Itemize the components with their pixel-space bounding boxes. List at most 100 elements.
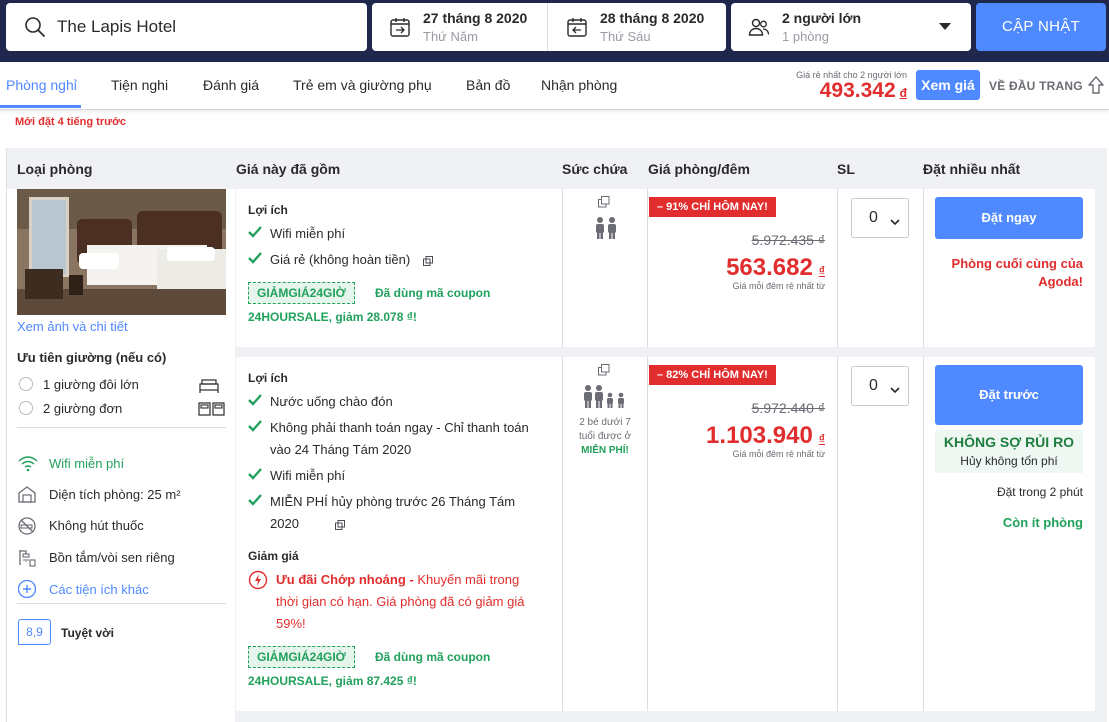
view-photos-link[interactable]: Xem ảnh và chi tiết [17,319,128,334]
calendar-checkout-icon [566,16,588,41]
divider [17,603,226,604]
price-currency: ₫ [818,264,825,278]
discount-badge: – 82% CHỈ HÔM NAY! [649,365,776,385]
hotel-name-value: The Lapis Hotel [57,17,177,36]
coupon-code-badge: GIẢMGIÁ24GIỜ [248,282,355,304]
flash-deal-title: Ưu đãi Chớp nhoáng - [276,572,414,587]
adults-and-kids-icon [582,384,630,413]
price-currency: ₫ [818,432,825,446]
capacity-info-icon[interactable] [598,364,610,379]
no-smoking-icon [17,516,37,539]
room-photo[interactable] [17,189,226,315]
original-price: 5.972.440 ₫ [751,400,825,416]
kids-free-label: MIỄN PHÍ! [581,445,629,456]
book-now-button[interactable]: Đặt ngay [935,197,1083,239]
amenity-label: Không hút thuốc [49,518,144,533]
col-most-booked: Đặt nhiều nhất [923,161,1021,177]
room-quantity-select[interactable]: 0 [851,366,909,406]
book-later-button[interactable]: Đặt trước [935,365,1083,425]
twin-bed-icon [198,400,226,421]
people-icon [748,16,770,41]
recent-booking-time: Đặt trong 2 phút [996,485,1083,499]
review-score-label: Tuyệt vời [61,626,114,640]
quantity-value: 0 [869,209,878,226]
divider [647,189,648,347]
plus-circle-icon[interactable] [17,579,37,602]
bed-preference-title: Ưu tiên giường (nếu có) [17,350,167,365]
update-button[interactable]: CẬP NHẬT [976,3,1106,51]
cheapest-price-currency: đ [899,86,907,100]
chevron-down-icon [890,213,900,231]
check-icon [248,420,262,435]
kids-stay-note: 2 bé dưới 7 tuổi được ở [578,417,632,442]
current-price: 563.682 ₫ [649,254,825,282]
col-qty: SL [837,161,855,177]
guests-dropdown[interactable]: 2 người lớn 1 phòng [731,3,971,51]
tab-checkin[interactable]: Nhận phòng [541,77,617,93]
house-icon [17,485,37,506]
col-capacity: Sức chứa [562,161,628,177]
chevron-down-icon [890,381,900,399]
hotel-search-field[interactable]: The Lapis Hotel [6,3,367,51]
price-value: 1.103.940 [706,422,813,449]
room-quantity-select[interactable]: 0 [851,198,909,238]
check-icon [248,226,262,241]
no-risk-title: KHÔNG SỢ RỦI RO [943,434,1075,450]
flash-deal-text: Ưu đãi Chớp nhoáng - Khuyến mãi trong th… [276,569,536,635]
benefits-title: Lợi ích [248,371,288,385]
benefit-item: Giá rẻ (không hoàn tiền) [270,252,411,267]
checkout-weekday: Thứ Sáu [600,29,651,44]
divider [837,357,838,711]
divider [647,357,648,711]
benefit-item: MIỄN PHÍ hủy phòng trước 26 Tháng Tám 20… [270,494,516,531]
cheapest-price: 493.342 đ [760,79,907,103]
review-score-badge: 8,9 [18,619,51,645]
checkin-field[interactable]: 27 tháng 8 2020 Thứ Năm [372,3,548,51]
external-link-icon[interactable] [335,518,345,533]
divider [562,357,563,711]
check-icon [248,468,262,483]
divider [562,189,563,347]
capacity-info-icon[interactable] [598,196,610,211]
tab-children-beds[interactable]: Trẻ em và giường phụ [293,77,432,93]
checkout-field[interactable]: 28 tháng 8 2020 Thứ Sáu [549,3,725,51]
see-price-button[interactable]: Xem giá [916,70,980,100]
adults-count: 2 người lớn [782,10,862,26]
few-rooms-left: Còn ít phòng [1002,515,1083,530]
calendar-checkin-icon [389,16,411,41]
arrow-up-icon[interactable] [1088,75,1104,98]
benefit-item: Nước uống chào đón [270,394,393,409]
wifi-icon [17,454,39,475]
check-icon [248,494,262,509]
cheapest-price-value: 493.342 [819,79,896,102]
checkout-date: 28 tháng 8 2020 [600,10,705,26]
date-range-picker: 27 tháng 8 2020 Thứ Năm 28 tháng 8 2020 … [372,3,726,51]
back-to-top-link[interactable]: VỀ ĐẦU TRANG [989,79,1083,93]
bed-option-label: 2 giường đơn [43,401,123,416]
tab-rooms[interactable]: Phòng nghỉ [6,77,77,93]
benefits-title: Lợi ích [248,203,288,217]
tab-reviews[interactable]: Đánh giá [203,77,259,93]
active-tab-indicator [0,105,81,108]
amenity-label: Wifi miễn phí [49,456,125,471]
divider [17,427,226,428]
recent-booking-note: Mới đặt 4 tiếng trước [15,116,127,128]
divider [923,189,924,347]
search-icon [24,16,46,41]
more-amenities-link[interactable]: Các tiện ích khác [49,582,149,597]
original-price: 5.972.435 ₫ [751,232,825,248]
rooms-count: 1 phòng [782,29,829,44]
tab-amenities[interactable]: Tiện nghi [111,77,168,93]
check-icon [248,252,262,267]
bed-option-radio[interactable] [19,377,33,391]
col-price: Giá phòng/đêm [648,161,750,177]
price-note: Giá mỗi đêm rẻ nhất từ [732,281,825,291]
coupon-code-badge: GIẢMGIÁ24GIỜ [248,646,355,668]
col-room-type: Loại phòng [17,161,93,177]
tab-map[interactable]: Bản đồ [466,77,510,93]
external-link-icon[interactable] [423,254,433,269]
benefit-item: Không phải thanh toán ngay - Chỉ thanh t… [270,420,529,457]
amenity-label: Bồn tắm/vòi sen riêng [49,550,175,565]
bed-option-radio[interactable] [19,401,33,415]
coupon-note: Đã dùng mã coupon [375,650,491,664]
